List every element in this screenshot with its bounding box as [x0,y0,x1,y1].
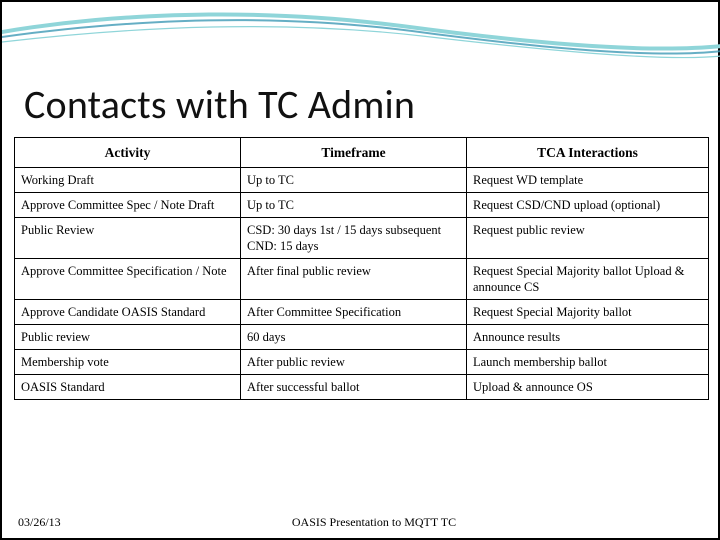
table-header-row: Activity Timeframe TCA Interactions [15,138,709,168]
table-row: Approve Committee Spec / Note Draft Up t… [15,193,709,218]
cell-timeframe: After final public review [241,259,467,300]
cell-timeframe: CSD: 30 days 1st / 15 days subsequent CN… [241,218,467,259]
table-row: Working Draft Up to TC Request WD templa… [15,168,709,193]
cell-timeframe: After public review [241,350,467,375]
cell-tca: Launch membership ballot [467,350,709,375]
slide-footer: 03/26/13 OASIS Presentation to MQTT TC [2,515,718,530]
cell-activity: Membership vote [15,350,241,375]
header-tca: TCA Interactions [467,138,709,168]
table-row: OASIS Standard After successful ballot U… [15,375,709,400]
table-row: Public Review CSD: 30 days 1st / 15 days… [15,218,709,259]
cell-activity: Approve Committee Spec / Note Draft [15,193,241,218]
cell-activity: Public review [15,325,241,350]
cell-tca: Request Special Majority ballot Upload &… [467,259,709,300]
cell-activity: Approve Committee Specification / Note [15,259,241,300]
cell-timeframe: After Committee Specification [241,300,467,325]
contacts-table: Activity Timeframe TCA Interactions Work… [14,137,709,400]
footer-center: OASIS Presentation to MQTT TC [292,515,456,530]
cell-tca: Upload & announce OS [467,375,709,400]
header-activity: Activity [15,138,241,168]
cell-timeframe: Up to TC [241,193,467,218]
cell-tca: Request CSD/CND upload (optional) [467,193,709,218]
cell-timeframe: 60 days [241,325,467,350]
cell-activity: Public Review [15,218,241,259]
slide-title: Contacts with TC Admin [24,80,696,129]
table-row: Approve Candidate OASIS Standard After C… [15,300,709,325]
table-row: Public review 60 days Announce results [15,325,709,350]
cell-tca: Request Special Majority ballot [467,300,709,325]
cell-timeframe: After successful ballot [241,375,467,400]
cell-activity: Approve Candidate OASIS Standard [15,300,241,325]
cell-tca: Request public review [467,218,709,259]
table-row: Membership vote After public review Laun… [15,350,709,375]
header-timeframe: Timeframe [241,138,467,168]
table-row: Approve Committee Specification / Note A… [15,259,709,300]
cell-tca: Request WD template [467,168,709,193]
cell-activity: Working Draft [15,168,241,193]
decorative-wave [2,2,720,82]
cell-tca: Announce results [467,325,709,350]
cell-activity: OASIS Standard [15,375,241,400]
cell-timeframe: Up to TC [241,168,467,193]
